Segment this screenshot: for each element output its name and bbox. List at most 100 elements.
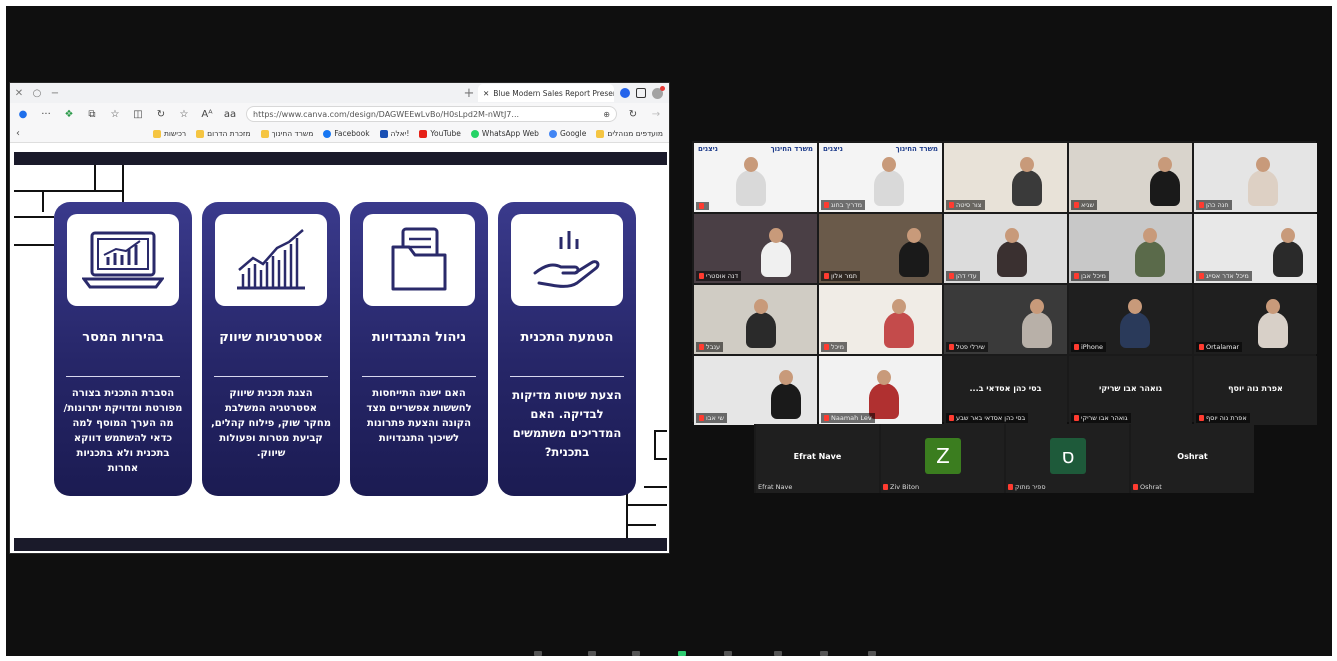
slide-top-bar [14, 152, 667, 165]
minimize-window-icon[interactable]: − [46, 88, 64, 99]
participant-tile[interactable]: תמר אלון [819, 214, 942, 283]
bookmark-purchases[interactable]: רכישות [153, 129, 186, 138]
participant-name: דנה אוסטרי [706, 272, 739, 280]
taskbar-icon[interactable] [632, 651, 640, 656]
participant-tile[interactable]: עדי דהן [944, 214, 1067, 283]
profile-avatar[interactable] [652, 85, 665, 99]
muted-mic-icon [1074, 415, 1079, 421]
bookmark-google[interactable]: Google [548, 129, 586, 138]
card-marketing-strategy[interactable]: אסטרטגיות שיווק הצגת תכנית שיווק אסטרטגי… [202, 202, 340, 496]
participant-tile[interactable]: ניצנים משרד החינוך [694, 143, 817, 212]
address-bar[interactable]: https://www.canva.com/design/DAGWEEwLvBo… [246, 106, 617, 122]
bookmark-youtube[interactable]: YouTube [419, 129, 461, 138]
split-screen-icon[interactable]: ◫ [131, 109, 145, 120]
participant-head [882, 157, 896, 172]
copilot-icon[interactable] [620, 88, 630, 98]
participant-figure [884, 312, 914, 348]
participant-tile[interactable]: צור סיטה [944, 143, 1067, 212]
muted-mic-icon [949, 344, 954, 350]
participant-nametag: Oshrat [1133, 483, 1162, 491]
card-divider [214, 376, 328, 377]
participant-figure [1258, 312, 1288, 348]
taskbar-icon[interactable] [534, 651, 542, 656]
participant-tile[interactable]: מיכל [819, 285, 942, 354]
participant-tile[interactable]: שירלי פטל [944, 285, 1067, 354]
participant-tile[interactable]: ס ספיר מתוק [1006, 424, 1129, 493]
participant-head [1143, 228, 1157, 243]
participant-head [1020, 157, 1034, 172]
taskbar-icon[interactable] [724, 651, 732, 656]
participant-tile[interactable]: Oshrat Oshrat [1131, 424, 1254, 493]
participant-nametag: Efrat Nave [758, 483, 792, 491]
bookmark-whatsapp[interactable]: WhatsApp Web [470, 129, 539, 138]
forward-icon[interactable]: → [649, 109, 663, 120]
participant-tile[interactable]: ענבל [694, 285, 817, 354]
restore-window-icon[interactable]: ○ [28, 88, 46, 99]
participant-tile[interactable]: Ortalamar [1194, 285, 1317, 354]
bookmark-facebook[interactable]: Facebook [323, 129, 370, 138]
participant-tile[interactable]: דנה אוסטרי [694, 214, 817, 283]
participant-tile[interactable]: בסי כהן אסדאי ב... בסי כהן אסדאי באר שבע [944, 356, 1067, 425]
reader-mode-icon[interactable]: aa [223, 109, 237, 120]
reload-icon[interactable]: ↻ [626, 109, 640, 120]
new-tab-icon[interactable]: + [460, 86, 478, 101]
participant-tile[interactable]: iPhone [1069, 285, 1192, 354]
tab-canva-design[interactable]: ✕ Blue Modern Sales Report Presen [478, 84, 614, 102]
participant-head [1128, 299, 1142, 314]
favorites-star-icon[interactable]: ☆ [108, 109, 122, 120]
bookmark-education-ministry[interactable]: משרד החינוך [260, 129, 313, 138]
collections-icon[interactable]: ⧉ [85, 109, 99, 120]
read-aloud-icon[interactable]: Aᴬ [200, 109, 214, 120]
browser-window: ✕ ○ − + ✕ Blue Modern Sales Report Prese… [9, 82, 670, 554]
more-options-icon[interactable]: ··· [39, 109, 53, 120]
logo-text: משרד החינוך [895, 145, 938, 153]
participant-tile[interactable]: מיכל אדר אסייג [1194, 214, 1317, 283]
participant-name-center: גואהר אבו שריקי [1099, 384, 1162, 393]
site-info-icon[interactable]: ⊕ [603, 110, 610, 119]
participant-tile[interactable]: ניצנים משרד החינוך מדריך בחוג [819, 143, 942, 212]
participant-name: מיכל [831, 343, 844, 351]
participant-name: iPhone [1081, 343, 1103, 351]
participant-name: ספיר מתוק [1015, 483, 1046, 491]
participant-name: מיכל אדר אסייג [1206, 272, 1249, 280]
participant-figure [736, 170, 766, 206]
participant-tile[interactable]: מיכל אבן [1069, 214, 1192, 283]
bookmark-yalla[interactable]: יאלה! [379, 129, 409, 138]
bookmark-managed-favorites[interactable]: מועדפים מנוהלים [596, 129, 663, 138]
card-program-implementation[interactable]: הטמעת התכנית הצעת שיטות מדיקות לבדיקה. ה… [498, 202, 636, 496]
bookmark-south[interactable]: מזכרת הדרום [196, 129, 251, 138]
back-chevron-icon[interactable]: ‹ [16, 128, 20, 139]
participant-tile[interactable]: Efrat Nave Efrat Nave [756, 424, 879, 493]
edge-icon[interactable]: ● [16, 109, 30, 120]
participant-tile[interactable]: Z Ziv Biton [881, 424, 1004, 493]
taskbar-icon[interactable] [678, 651, 686, 656]
participant-tile[interactable]: Naamah Lev [819, 356, 942, 425]
participant-figure [899, 241, 929, 277]
muted-mic-icon [699, 415, 704, 421]
participant-figure [1135, 241, 1165, 277]
participant-tile[interactable]: חנה כהן [1194, 143, 1317, 212]
participant-nametag: ענבל [696, 342, 724, 352]
card-message-clarity[interactable]: בהירות המסר הסברת התכנית בצורה מפורטת ומ… [54, 202, 192, 496]
taskbar-icon[interactable] [820, 651, 828, 656]
taskbar-icon[interactable] [588, 651, 596, 656]
taskbar-icon[interactable] [774, 651, 782, 656]
card-icon-box [67, 214, 179, 306]
add-favorite-icon[interactable]: ☆ [177, 109, 191, 120]
refresh-icon[interactable]: ↻ [154, 109, 168, 120]
participant-tile[interactable]: שגיא [1069, 143, 1192, 212]
participant-tile[interactable]: שי אבו [694, 356, 817, 425]
card-objection-handling[interactable]: ניהול התנגדויות האם ישנה התייחסות לחששות… [350, 202, 488, 496]
extension-icon[interactable]: ❖ [62, 109, 76, 120]
participant-tile[interactable]: אפרת נוה יוסף אפרת נוה יוסף [1194, 356, 1317, 425]
whatsapp-icon [470, 129, 479, 138]
close-tab-icon[interactable]: ✕ [483, 89, 489, 98]
participant-nametag [696, 202, 709, 210]
participant-tile[interactable]: גואהר אבו שריקי גואהר אבו שריקי [1069, 356, 1192, 425]
close-window-icon[interactable]: ✕ [10, 88, 28, 99]
taskbar-icon[interactable] [868, 651, 876, 656]
hand-icon [533, 231, 600, 288]
muted-mic-icon [1074, 202, 1079, 208]
participant-name: מיכל אבן [1081, 272, 1106, 280]
window-tabs-icon[interactable] [636, 88, 646, 98]
